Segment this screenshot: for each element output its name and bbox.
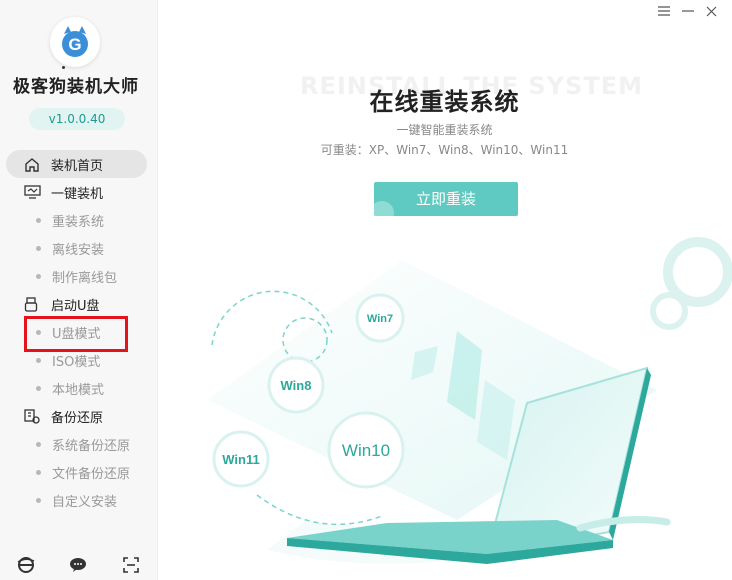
reinstall-now-label: 立即重装 bbox=[415, 190, 476, 208]
bullet-icon bbox=[36, 385, 41, 391]
nav-backup[interactable]: 备份还原 bbox=[0, 402, 157, 430]
nav-home-label: 装机首页 bbox=[51, 158, 104, 174]
monitor-icon bbox=[24, 185, 42, 199]
page-title: 在线重装系统 bbox=[369, 88, 520, 116]
logo-letter: G bbox=[68, 35, 81, 54]
nav-label: 本地模式 bbox=[52, 382, 105, 398]
supported-os-text: 可重装：XP、Win7、Win8、Win10、Win11 bbox=[320, 143, 569, 157]
bullet-icon bbox=[36, 273, 41, 279]
bubble-win11-label: Win11 bbox=[222, 452, 259, 467]
decor-ring bbox=[663, 237, 732, 307]
browser-icon[interactable] bbox=[14, 553, 38, 577]
nav-file-backup[interactable]: 文件备份还原 bbox=[0, 458, 157, 486]
nav-label: 制作离线包 bbox=[52, 270, 118, 286]
bullet-icon bbox=[36, 441, 41, 447]
nav-home[interactable]: 装机首页 bbox=[6, 150, 147, 178]
bullet-icon bbox=[36, 497, 41, 503]
menu-icon[interactable] bbox=[657, 4, 670, 18]
nav-one-click[interactable]: 一键装机 bbox=[0, 178, 157, 206]
logo-dot bbox=[62, 66, 65, 69]
page-subtitle: 一键智能重装系统 bbox=[396, 123, 493, 137]
decor-arc bbox=[256, 494, 383, 526]
minimize-icon[interactable] bbox=[681, 4, 694, 18]
bottom-toolbar bbox=[0, 550, 157, 580]
reinstall-now-button[interactable]: 立即重装 bbox=[374, 182, 518, 216]
nav-label: ISO模式 bbox=[52, 354, 101, 370]
bullet-icon bbox=[36, 357, 41, 363]
bubble-win11: Win11 bbox=[212, 430, 270, 488]
nav-label: 自定义安装 bbox=[52, 494, 118, 510]
close-icon[interactable] bbox=[705, 4, 718, 18]
nav-local-mode[interactable]: 本地模式 bbox=[0, 374, 157, 402]
nav-label: 系统备份还原 bbox=[52, 438, 131, 454]
app-name: 极客狗装机大师 bbox=[13, 77, 139, 97]
version-badge: v1.0.0.40 bbox=[29, 108, 125, 130]
app-logo: G bbox=[50, 17, 100, 67]
usb-drive-icon bbox=[24, 296, 42, 312]
bubble-win7: Win7 bbox=[355, 293, 405, 343]
home-icon bbox=[24, 157, 42, 172]
nav-reinstall[interactable]: 重装系统 bbox=[0, 206, 157, 234]
bubble-win10: Win10 bbox=[327, 411, 405, 489]
bullet-icon bbox=[36, 217, 41, 223]
nav-usb-label: 启动U盘 bbox=[51, 298, 100, 314]
bubble-win8-label: Win8 bbox=[281, 378, 312, 393]
window-controls bbox=[657, 4, 718, 18]
bubble-win7-label: Win7 bbox=[367, 313, 393, 325]
button-decoration bbox=[374, 201, 394, 216]
decor-ring bbox=[650, 292, 688, 330]
nav-custom-install[interactable]: 自定义安装 bbox=[0, 486, 157, 514]
chat-icon[interactable] bbox=[66, 553, 90, 577]
dog-logo-icon: G bbox=[53, 20, 97, 64]
backup-icon bbox=[24, 408, 42, 424]
bullet-icon bbox=[36, 469, 41, 475]
nav-system-backup[interactable]: 系统备份还原 bbox=[0, 430, 157, 458]
nav-usb[interactable]: 启动U盘 bbox=[0, 290, 157, 318]
hero-illustration: Win7 Win8 Win10 Win11 bbox=[207, 237, 732, 564]
nav-label: 文件备份还原 bbox=[52, 466, 131, 482]
highlight-box bbox=[24, 316, 128, 352]
nav-label: 离线安装 bbox=[52, 242, 105, 258]
nav-one-click-label: 一键装机 bbox=[51, 186, 104, 202]
bubble-win10-label: Win10 bbox=[342, 441, 390, 460]
bullet-icon bbox=[36, 245, 41, 251]
nav-backup-label: 备份还原 bbox=[51, 410, 104, 426]
scan-icon[interactable] bbox=[119, 553, 143, 577]
nav-label: 重装系统 bbox=[52, 214, 105, 230]
bubble-win8: Win8 bbox=[267, 356, 325, 414]
sidebar: G 极客狗装机大师 v1.0.0.40 装机首页 一键装机 重装系统 离线安装 … bbox=[0, 0, 158, 580]
nav-make-offline-package[interactable]: 制作离线包 bbox=[0, 262, 157, 290]
nav-offline-install[interactable]: 离线安装 bbox=[0, 234, 157, 262]
